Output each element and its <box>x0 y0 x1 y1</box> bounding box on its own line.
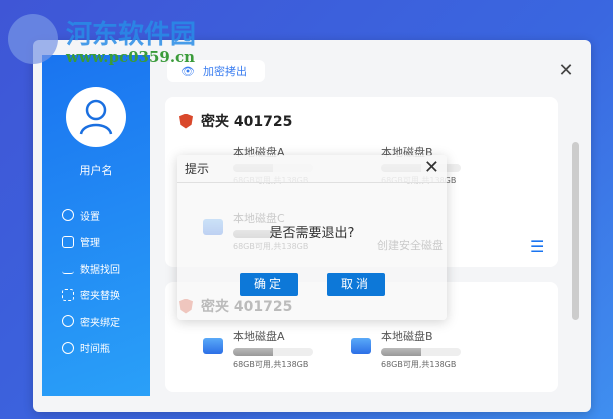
create-label: 创建安全磁盘 <box>377 239 443 252</box>
disk-icon <box>203 338 223 354</box>
vault-title: 密夹 401725 <box>201 114 293 130</box>
create-disk-button[interactable]: 创建安全磁盘 <box>377 237 443 253</box>
sidebar-item-replace[interactable]: 密夹替换 <box>62 282 120 309</box>
sidebar-item-recovery[interactable]: 数据找回 <box>62 255 120 282</box>
disk-caption: 68GB可用,共138GB <box>233 360 309 369</box>
export-label: 加密拷出 <box>202 65 247 78</box>
disk-caption: 68GB可用,共138GB <box>233 242 309 251</box>
vault-title: 密夹 401725 <box>201 299 293 315</box>
disk-item[interactable]: 本地磁盘B 68GB可用,共138GB <box>381 144 461 186</box>
chart-icon <box>62 262 74 275</box>
shield-icon <box>179 113 193 129</box>
disk-name: 本地磁盘A <box>233 146 285 159</box>
disk-icon <box>351 338 371 354</box>
scrollbar[interactable] <box>572 142 579 320</box>
link-icon <box>59 312 77 330</box>
sidebar-item-timebottle[interactable]: 时间瓶 <box>62 335 120 362</box>
encrypt-export-button[interactable]: 👁 加密拷出 <box>167 60 265 82</box>
sidebar-item-label: 设置 <box>80 211 100 223</box>
disk-item[interactable]: 本地磁盘B 68GB可用,共138GB <box>381 328 461 370</box>
dialog-close-button[interactable]: ✕ <box>424 157 439 178</box>
sidebar-item-bind[interactable]: 密夹绑定 <box>59 308 120 335</box>
disk-name: 本地磁盘B <box>381 330 433 343</box>
clock-icon <box>62 341 74 354</box>
close-window-button[interactable]: ✕ <box>554 60 578 84</box>
disk-icon <box>203 219 223 235</box>
disk-name: 本地磁盘A <box>233 330 285 343</box>
sidebar-item-label: 数据找回 <box>80 264 120 276</box>
vault-card: 密夹 401725 本地磁盘A 68GB可用,共138GB 本地磁盘B 68GB可用… <box>165 282 558 392</box>
sidebar-item-manage[interactable]: 管理 <box>62 229 120 256</box>
grid-icon <box>62 235 74 248</box>
disk-caption: 68GB可用,共138GB <box>381 176 457 185</box>
disk-item[interactable]: 本地磁盘A 68GB可用,共138GB <box>233 144 313 186</box>
confirm-button[interactable]: 确定 <box>240 273 298 296</box>
menu-icon[interactable]: ☰ <box>530 237 544 256</box>
vault-card: 密夹 401725 本地磁盘A 68GB可用,共138GB 本地磁盘B 68GB可用… <box>165 97 558 267</box>
disk-name: 本地磁盘C <box>233 212 285 225</box>
cancel-button[interactable]: 取消 <box>327 273 385 296</box>
swap-icon <box>62 288 74 301</box>
avatar[interactable] <box>66 87 126 147</box>
disk-name: 本地磁盘B <box>381 146 433 159</box>
shield-icon <box>179 298 193 314</box>
sidebar: 用户名 设置 管理 数据找回 密夹替换 密夹绑定 时间瓶 <box>42 55 150 396</box>
sidebar-item-label: 管理 <box>80 238 100 250</box>
gear-icon <box>62 209 74 222</box>
sidebar-item-label: 密夹替换 <box>80 291 120 303</box>
disk-caption: 68GB可用,共138GB <box>381 360 457 369</box>
disk-item[interactable]: 本地磁盘C 68GB可用,共138GB <box>233 210 313 252</box>
disk-item[interactable]: 本地磁盘A 68GB可用,共138GB <box>233 328 313 370</box>
username: 用户名 <box>79 164 113 177</box>
sidebar-item-label: 时间瓶 <box>80 344 110 356</box>
sidebar-item-settings[interactable]: 设置 <box>62 202 120 229</box>
sidebar-item-label: 密夹绑定 <box>80 317 120 329</box>
disk-caption: 68GB可用,共138GB <box>233 176 309 185</box>
eye-icon: 👁 <box>181 64 195 78</box>
user-icon <box>79 99 113 135</box>
